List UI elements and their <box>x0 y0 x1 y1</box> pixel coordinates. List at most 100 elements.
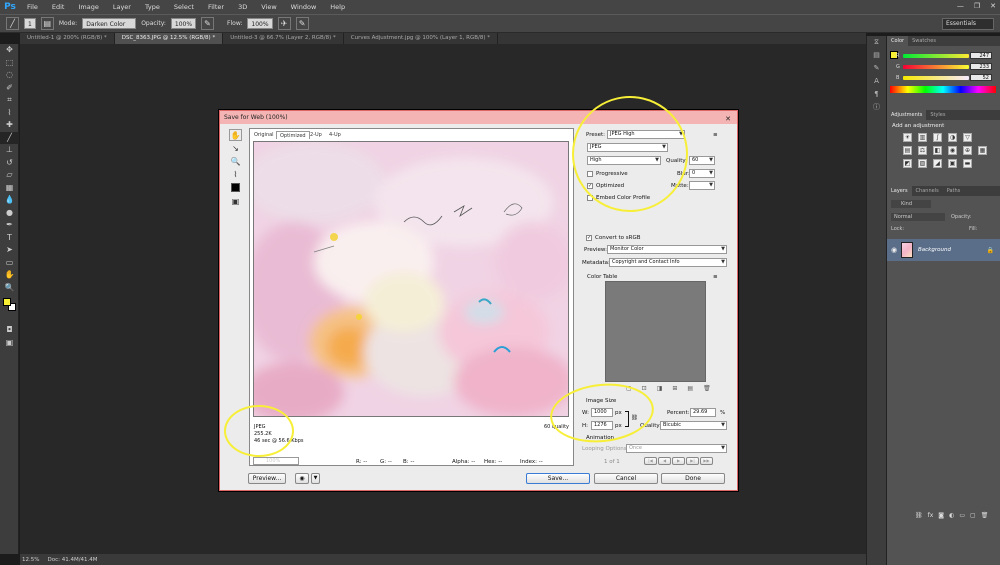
play-icon[interactable]: ▶ <box>672 457 685 465</box>
foreground-color-swatch[interactable] <box>3 298 11 306</box>
trash-icon[interactable]: 🗑 <box>981 512 989 519</box>
preview-button[interactable]: Preview... <box>248 473 286 484</box>
brush-preset-icon[interactable]: ╱ <box>6 17 19 30</box>
marquee-tool-icon[interactable]: ⬚ <box>0 57 19 70</box>
convert-srgb-checkbox[interactable]: ✓ <box>586 235 592 241</box>
screen-mode-icon[interactable]: ▣ <box>0 337 19 350</box>
menu-window[interactable]: Window <box>291 3 317 11</box>
b-slider[interactable] <box>903 76 969 80</box>
zoom-tool-icon[interactable]: 🔍 <box>229 156 242 168</box>
channel-mixer-icon[interactable]: ⊕ <box>963 146 972 155</box>
color-table-menu-icon[interactable]: ≡ <box>713 274 718 280</box>
menu-image[interactable]: Image <box>78 3 98 11</box>
tab-optimized[interactable]: Optimized <box>276 131 310 139</box>
exposure-icon[interactable]: ◑ <box>948 133 957 142</box>
photo-filter-icon[interactable]: ◉ <box>948 146 957 155</box>
tab-color[interactable]: Color <box>887 36 909 46</box>
tab-layers[interactable]: Layers <box>887 186 912 196</box>
last-frame-icon[interactable]: ▶▶ <box>700 457 713 465</box>
levels-icon[interactable]: ▥ <box>918 133 927 142</box>
cancel-button[interactable]: Cancel <box>594 473 658 484</box>
pressure-opacity-icon[interactable]: ✎ <box>201 17 215 30</box>
group-icon[interactable]: ▭ <box>959 512 965 519</box>
properties-icon[interactable]: ▤ <box>867 49 886 62</box>
next-frame-icon[interactable]: ▶| <box>686 457 699 465</box>
g-value[interactable]: 233 <box>970 63 992 70</box>
menu-type[interactable]: Type <box>145 3 160 11</box>
quick-mask-icon[interactable]: ◘ <box>0 324 19 337</box>
eyedropper-color-swatch[interactable] <box>231 183 240 192</box>
browser-icon[interactable]: ◉ <box>295 473 309 484</box>
paragraph-icon[interactable]: ¶ <box>867 88 886 101</box>
eyedropper-tool-icon[interactable]: ⌇ <box>229 169 242 181</box>
quality-field[interactable]: 60 ▼ <box>689 156 715 165</box>
curves-icon[interactable]: ∫ <box>933 133 942 142</box>
metadata-select[interactable]: Copyright and Contact Info ▼ <box>609 258 727 267</box>
history-brush-tool-icon[interactable]: ↺ <box>0 157 19 170</box>
brush-tool-icon[interactable]: ╱ <box>0 131 19 144</box>
menu-help[interactable]: Help <box>330 3 345 11</box>
adjustment-layer-icon[interactable]: ◐ <box>949 512 954 519</box>
history-icon[interactable]: ⧖ <box>867 36 886 49</box>
eyedropper-tool-icon[interactable]: ⌇ <box>0 107 19 120</box>
menu-3d[interactable]: 3D <box>238 3 247 11</box>
quick-select-tool-icon[interactable]: ✐ <box>0 82 19 95</box>
dialog-close-icon[interactable]: ✕ <box>725 113 731 126</box>
tab-original[interactable]: Original <box>251 131 277 139</box>
blur-field[interactable]: 0 ▼ <box>689 169 715 178</box>
healing-tool-icon[interactable]: ✚ <box>0 119 19 132</box>
r-slider[interactable] <box>903 54 969 58</box>
menu-file[interactable]: File <box>27 3 38 11</box>
clone-stamp-tool-icon[interactable]: ⊥ <box>0 144 19 157</box>
preview-select[interactable]: Monitor Color ▼ <box>607 245 727 254</box>
black-white-icon[interactable]: ◧ <box>933 146 942 155</box>
threshold-icon[interactable]: ◢ <box>933 159 942 168</box>
delete-color-icon[interactable]: 🗑 <box>703 385 711 392</box>
brush-size-picker[interactable]: 1 <box>24 18 36 29</box>
optimized-image-preview[interactable] <box>253 141 569 417</box>
restore-button[interactable]: ❐ <box>974 2 980 10</box>
menu-edit[interactable]: Edit <box>52 3 65 11</box>
selective-color-icon[interactable]: ▣ <box>948 159 957 168</box>
b-value[interactable]: 52 <box>970 74 992 81</box>
new-layer-icon[interactable]: ▢ <box>970 512 976 519</box>
new-color-icon[interactable]: ▤ <box>687 385 693 392</box>
tab-adjustments[interactable]: Adjustments <box>887 110 927 120</box>
resample-quality-select[interactable]: Bicubic ▼ <box>660 421 727 430</box>
zoom-level[interactable]: 12.5% <box>22 557 39 563</box>
close-button[interactable]: ✕ <box>990 2 996 10</box>
tab-styles[interactable]: Styles <box>926 110 949 120</box>
invert-icon[interactable]: ◩ <box>903 159 912 168</box>
doc-tab[interactable]: Untitled-3 @ 66.7% (Layer 2, RGB/8) * <box>223 33 344 44</box>
hand-tool-icon[interactable]: ✋ <box>0 269 19 282</box>
pen-tool-icon[interactable]: ✒ <box>0 219 19 232</box>
blend-mode-select[interactable]: Normal <box>891 213 945 221</box>
menu-view[interactable]: View <box>261 3 276 11</box>
airbrush-icon[interactable]: ✈ <box>277 17 291 30</box>
r-value[interactable]: 247 <box>970 52 992 59</box>
browser-menu-icon[interactable]: ▼ <box>311 473 320 484</box>
dodge-tool-icon[interactable]: ● <box>0 207 19 220</box>
gradient-tool-icon[interactable]: ▦ <box>0 182 19 195</box>
tab-4up[interactable]: 4-Up <box>326 131 344 139</box>
optimize-menu-icon[interactable]: ≡ <box>713 132 718 138</box>
opacity-field[interactable]: 100% <box>170 18 197 29</box>
workspace-select[interactable]: Essentials <box>942 18 994 30</box>
toggle-slices-icon[interactable]: ▣ <box>229 196 242 208</box>
gradient-map-icon[interactable]: ▬ <box>963 159 972 168</box>
doc-tab-active[interactable]: DSC_8363.JPG @ 12.5% (RGB/8) * <box>114 33 224 44</box>
looping-select[interactable]: Once ▼ <box>626 444 727 453</box>
visibility-eye-icon[interactable]: ◉ <box>887 246 901 254</box>
color-balance-icon[interactable]: ⚖ <box>918 146 927 155</box>
eraser-tool-icon[interactable]: ▱ <box>0 169 19 182</box>
doc-tab[interactable]: Untitled-1 @ 200% (RGB/8) * <box>20 33 115 44</box>
tab-paths[interactable]: Paths <box>943 186 965 196</box>
lasso-tool-icon[interactable]: ◌ <box>0 69 19 82</box>
link-icon[interactable]: ⛓ <box>915 512 923 519</box>
layer-name[interactable]: Background <box>918 247 951 253</box>
menu-layer[interactable]: Layer <box>113 3 131 11</box>
hand-tool-icon[interactable]: ✋ <box>229 129 242 141</box>
mode-select[interactable]: Darken Color <box>82 18 137 29</box>
menu-filter[interactable]: Filter <box>208 3 224 11</box>
blur-tool-icon[interactable]: 💧 <box>0 194 19 207</box>
